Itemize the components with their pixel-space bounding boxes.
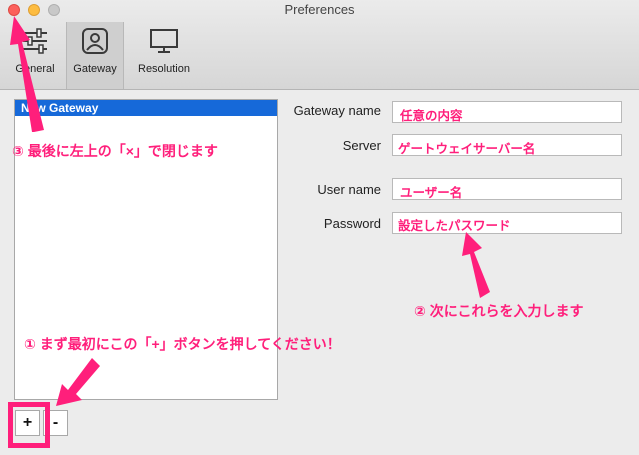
add-button-highlight — [8, 402, 50, 448]
tab-gateway[interactable]: Gateway — [66, 22, 124, 89]
preferences-window: Preferences General Gateway Resolution N… — [0, 0, 639, 455]
arrow-to-fields — [462, 232, 490, 298]
tab-general[interactable]: General — [8, 22, 62, 89]
user-name-field[interactable] — [392, 178, 622, 200]
password-field[interactable] — [392, 212, 622, 234]
tab-resolution-label: Resolution — [138, 63, 190, 75]
tab-resolution[interactable]: Resolution — [128, 22, 200, 89]
toolbar: Preferences General Gateway Resolution — [0, 0, 639, 90]
password-label: Password — [323, 216, 381, 231]
window-title: Preferences — [284, 2, 355, 17]
sliders-icon — [23, 28, 47, 54]
server-label: Server — [342, 138, 381, 153]
monitor-icon — [150, 29, 178, 53]
user-name-label: User name — [317, 182, 381, 197]
server-field[interactable] — [392, 134, 622, 156]
step3-annotation: ③ 最後に左上の「×」で閉じます — [12, 143, 218, 159]
step2-annotation: ② 次にこれらを入力します — [414, 303, 584, 319]
gateway-name-field[interactable] — [392, 101, 622, 123]
gateway-icon — [82, 28, 108, 54]
gateway-list-item[interactable]: New Gateway — [15, 100, 277, 116]
tab-general-label: General — [15, 63, 55, 75]
gateway-name-label: Gateway name — [293, 103, 381, 118]
step1-annotation: ① まず最初にこの「+」ボタンを押してください！ — [24, 336, 341, 352]
tab-gateway-label: Gateway — [73, 63, 117, 75]
